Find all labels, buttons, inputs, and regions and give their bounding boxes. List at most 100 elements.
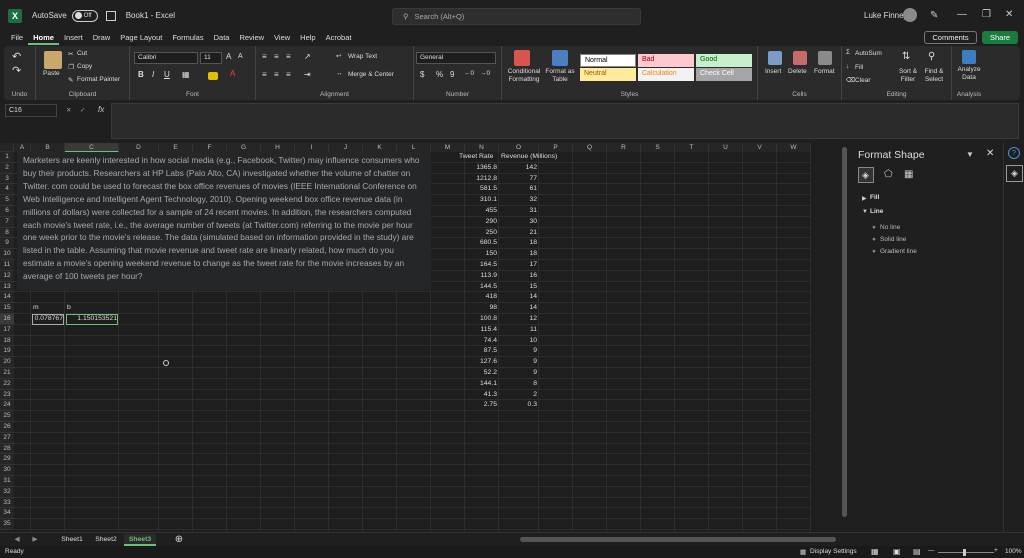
autosave-toggle[interactable]: Off [71, 9, 98, 22]
revenue-cell[interactable]: 11 [501, 326, 537, 335]
minimize-icon[interactable]: — [957, 9, 967, 20]
bold-icon[interactable]: B [138, 70, 144, 79]
revenue-cell[interactable]: 30 [501, 218, 537, 227]
delete-label[interactable]: Delete [788, 68, 807, 75]
line-option-gradient-line[interactable]: Gradient line [880, 248, 917, 255]
revenue-cell[interactable]: 18 [501, 250, 537, 259]
revenue-cell[interactable]: 77 [501, 175, 537, 184]
row-header[interactable]: 18 [0, 335, 14, 347]
format-cells-icon[interactable] [818, 51, 832, 65]
fill-label[interactable]: Fill [855, 64, 863, 71]
align-middle-icon[interactable]: ≡ [274, 52, 279, 61]
row-header[interactable]: 3 [0, 173, 14, 185]
format-label[interactable]: Format [814, 68, 835, 75]
number-format-select[interactable]: General [416, 52, 496, 64]
tweet-rate-cell[interactable]: 144.1 [467, 380, 497, 389]
comments-button[interactable]: Comments [924, 31, 977, 44]
font-name-select[interactable]: Calibri [134, 52, 198, 64]
pane-options-icon[interactable]: ▼ [966, 150, 974, 159]
merge-center-label[interactable]: Merge & Center [348, 71, 394, 78]
row-header[interactable]: 23 [0, 389, 14, 401]
paste-label[interactable]: Paste [43, 70, 60, 77]
wrap-text-icon[interactable]: ↩ [336, 52, 341, 60]
function-icon[interactable]: fx [98, 105, 104, 114]
copy-label[interactable]: Copy [77, 63, 92, 70]
format-painter-label[interactable]: Format Painter [77, 76, 120, 83]
fill-section[interactable]: Fill [870, 194, 879, 201]
column-header-s[interactable]: S [641, 143, 675, 152]
tab-view[interactable]: View [269, 31, 295, 45]
row-header[interactable]: 27 [0, 432, 14, 444]
cut-label[interactable]: Cut [77, 50, 87, 57]
insert-cells-icon[interactable] [768, 51, 782, 65]
revenue-cell[interactable]: 16 [501, 272, 537, 281]
column-header-h[interactable]: H [261, 143, 295, 152]
sheet-tab-sheet2[interactable]: Sheet2 [90, 534, 122, 546]
indent-icon[interactable]: ⇥ [304, 70, 311, 79]
sheet-tab-sheet1[interactable]: Sheet1 [56, 534, 88, 546]
fill-color-icon[interactable] [208, 72, 218, 80]
tweet-rate-cell[interactable]: 150 [467, 250, 497, 259]
share-button[interactable]: Share [982, 31, 1018, 44]
revenue-cell[interactable]: 2 [501, 391, 537, 400]
revenue-cell[interactable]: 32 [501, 196, 537, 205]
row-header[interactable]: 6 [0, 206, 14, 217]
revenue-cell[interactable]: 9 [501, 369, 537, 378]
currency-icon[interactable]: $ [420, 70, 424, 79]
autosum-label[interactable]: AutoSum [855, 50, 882, 57]
revenue-cell[interactable]: 17 [501, 261, 537, 270]
align-bottom-icon[interactable]: ≡ [286, 52, 291, 61]
column-header-a[interactable]: A [14, 143, 31, 152]
sheet-tab-sheet3[interactable]: Sheet3 [124, 534, 156, 546]
wrap-text-label[interactable]: Wrap Text [348, 53, 377, 60]
revenue-cell[interactable]: 14 [501, 293, 537, 302]
row-header[interactable]: 9 [0, 238, 14, 250]
row-header[interactable]: 8 [0, 227, 14, 239]
row-header[interactable]: 15 [0, 303, 14, 314]
format-shape-pane-icon[interactable]: ◈ [1006, 165, 1023, 182]
zoom-out-icon[interactable]: — [928, 547, 935, 554]
tab-data[interactable]: Data [209, 31, 235, 45]
revenue-cell[interactable]: 0.3 [501, 401, 537, 410]
column-header-t[interactable]: T [675, 143, 709, 152]
line-option-no-line[interactable]: No line [880, 224, 900, 231]
tab-home[interactable]: Home [28, 31, 59, 45]
revenue-cell[interactable]: 9 [501, 358, 537, 367]
row-header[interactable]: 14 [0, 292, 14, 304]
cancel-icon[interactable]: ✕ [66, 106, 71, 114]
row-header[interactable]: 26 [0, 422, 14, 433]
column-header-k[interactable]: K [363, 143, 397, 152]
restore-icon[interactable]: ❐ [982, 9, 991, 20]
name-box[interactable]: C16 [5, 104, 57, 117]
zoom-slider-thumb[interactable] [963, 549, 966, 556]
zoom-in-icon[interactable]: + [994, 547, 998, 554]
format-table-icon[interactable] [552, 50, 568, 66]
label-b-cell[interactable]: b [67, 304, 117, 313]
decrease-font-icon[interactable]: A [238, 53, 243, 60]
tab-acrobat[interactable]: Acrobat [321, 31, 357, 45]
row-header[interactable]: 32 [0, 486, 14, 498]
column-header-d[interactable]: D [119, 143, 159, 152]
column-header-r[interactable]: R [607, 143, 641, 152]
line-section[interactable]: Line [870, 208, 883, 215]
horizontal-scrollbar[interactable] [520, 537, 836, 542]
page-layout-icon[interactable]: ▣ [893, 547, 901, 556]
undo-icon[interactable]: ↶ [12, 50, 21, 63]
avatar[interactable] [903, 8, 917, 22]
column-header-b[interactable]: B [31, 143, 65, 152]
format-table-label[interactable]: Format as Table [542, 68, 578, 84]
column-header-v[interactable]: V [743, 143, 777, 152]
merge-icon[interactable]: ↔ [336, 70, 343, 77]
tweet-rate-cell[interactable]: 74.4 [467, 337, 497, 346]
underline-icon[interactable]: U [164, 70, 170, 79]
fill-expand-icon[interactable]: ▶ [862, 195, 867, 202]
style-neutral[interactable]: Neutral [580, 68, 636, 81]
revenue-cell[interactable]: 21 [501, 229, 537, 238]
fill-icon[interactable]: ↓ [846, 63, 849, 70]
column-header-p[interactable]: P [539, 143, 573, 152]
select-all-corner[interactable] [0, 143, 14, 152]
formula-input[interactable] [111, 103, 1019, 139]
find-select-icon[interactable]: ⚲ [928, 51, 935, 62]
align-right-icon[interactable]: ≡ [286, 70, 291, 79]
tweet-rate-cell[interactable]: 581.5 [467, 185, 497, 194]
